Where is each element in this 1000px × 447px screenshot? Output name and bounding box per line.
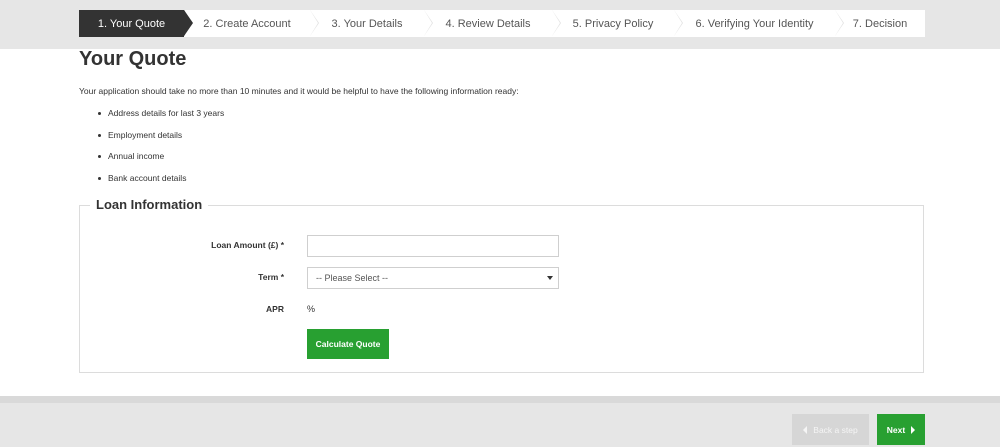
- next-button[interactable]: Next: [877, 414, 925, 445]
- list-item: Employment details: [79, 125, 224, 147]
- bullet-icon: [98, 155, 101, 159]
- requirements-list: Address details for last 3 years Employm…: [79, 103, 224, 190]
- calculate-quote-button[interactable]: Calculate Quote: [307, 329, 389, 359]
- step-verifying-identity[interactable]: 6. Verifying Your Identity: [674, 10, 844, 37]
- list-item-text: Annual income: [108, 151, 165, 162]
- step-create-account[interactable]: 2. Create Account: [184, 10, 319, 37]
- chevron-right-icon: [911, 425, 916, 434]
- apr-label: APR: [266, 304, 284, 314]
- page-title: Your Quote: [79, 48, 187, 70]
- loan-information-fieldset: [79, 205, 924, 373]
- intro-text: Your application should take no more tha…: [79, 86, 519, 96]
- back-label: Back a step: [813, 424, 858, 435]
- footer-divider: [0, 396, 1000, 403]
- loan-amount-input[interactable]: [307, 235, 559, 257]
- chevron-left-icon: [803, 425, 808, 434]
- step-review-details[interactable]: 4. Review Details: [424, 10, 561, 37]
- list-item: Bank account details: [79, 168, 224, 190]
- term-label: Term *: [258, 272, 284, 282]
- step-decision[interactable]: 7. Decision: [835, 10, 925, 37]
- step-your-quote[interactable]: 1. Your Quote: [79, 10, 193, 37]
- list-item-text: Bank account details: [108, 173, 187, 184]
- next-label: Next: [886, 424, 906, 435]
- bullet-icon: [98, 177, 101, 181]
- loan-amount-label: Loan Amount (£) *: [211, 240, 284, 250]
- progress-steps: 1. Your Quote 2. Create Account 3. Your …: [79, 10, 925, 37]
- list-item-text: Address details for last 3 years: [108, 108, 225, 118]
- list-item-text: Employment details: [108, 129, 183, 140]
- term-select[interactable]: -- Please Select --: [307, 267, 559, 289]
- step-label: 7. Decision: [852, 17, 908, 30]
- apr-value: %: [307, 304, 316, 314]
- step-label: 5. Privacy Policy: [572, 17, 654, 30]
- step-label: 1. Your Quote: [97, 17, 166, 30]
- loan-information-legend: Loan Information: [90, 197, 209, 212]
- step-your-details[interactable]: 3. Your Details: [310, 10, 433, 37]
- list-item: Annual income: [79, 146, 224, 168]
- list-item: Address details for last 3 years: [79, 103, 224, 125]
- step-label: 2. Create Account: [203, 17, 291, 30]
- dropdown-arrow-icon: [547, 276, 553, 280]
- bullet-icon: [98, 133, 101, 137]
- step-label: 3. Your Details: [331, 17, 403, 30]
- back-a-step-button[interactable]: Back a step: [792, 414, 869, 445]
- step-label: 4. Review Details: [445, 17, 531, 30]
- step-label: 6. Verifying Your Identity: [695, 17, 814, 30]
- bullet-icon: [98, 112, 101, 115]
- term-selected-value: -- Please Select --: [316, 273, 389, 283]
- step-privacy-policy[interactable]: 5. Privacy Policy: [552, 10, 683, 37]
